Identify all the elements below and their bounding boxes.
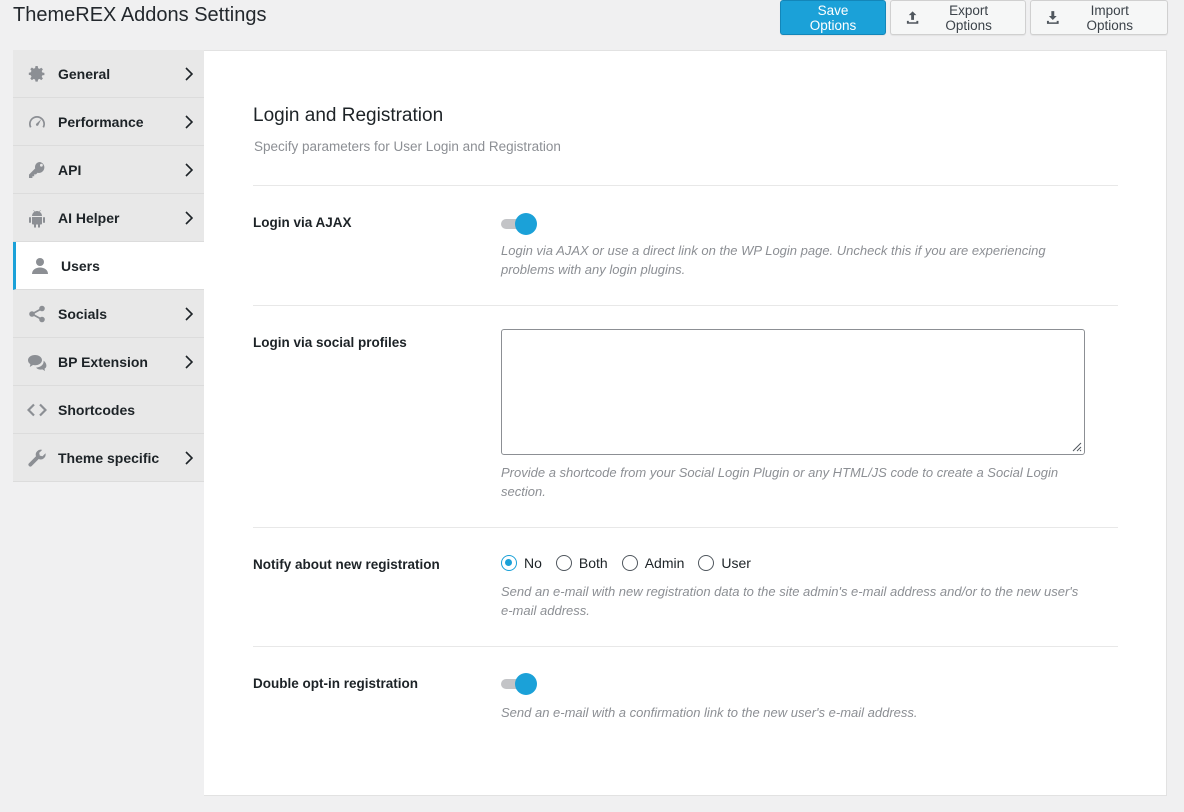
sidebar-item-socials[interactable]: Socials (13, 290, 204, 338)
social-profiles-textarea[interactable] (501, 329, 1085, 455)
resize-grip-icon[interactable] (1070, 440, 1082, 452)
toggle-knob (515, 213, 537, 235)
download-icon (1046, 10, 1059, 24)
import-options-label: Import Options (1086, 2, 1134, 33)
divider (253, 185, 1118, 186)
speedometer-icon (27, 112, 47, 132)
radio-label: Admin (644, 555, 685, 571)
sidebar-item-label: General (58, 65, 111, 82)
notify-help: Send an e-mail with new registration dat… (501, 584, 1079, 618)
settings-panel: Login and Registration Specify parameter… (204, 50, 1167, 796)
notify-option-admin[interactable]: Admin (621, 555, 685, 571)
chevron-right-icon (185, 451, 193, 465)
radio-button[interactable] (621, 555, 638, 571)
notify-label: Notify about new registration (253, 557, 440, 572)
sidebar-item-bp-extension[interactable]: BP Extension (13, 338, 204, 386)
notify-radio-group: No Both Admin User (501, 555, 765, 571)
save-options-button[interactable]: Save Options (780, 0, 886, 35)
page-title: ThemeREX Addons Settings (13, 4, 267, 26)
divider (253, 305, 1118, 306)
settings-sidebar: General Performance API AI Helper Users … (13, 50, 204, 482)
chevron-right-icon (185, 115, 193, 129)
sidebar-item-general[interactable]: General (13, 50, 204, 98)
sidebar-item-label: Users (61, 257, 100, 274)
key-icon (27, 160, 47, 180)
radio-label: Both (578, 555, 608, 571)
sidebar-item-theme-specific[interactable]: Theme specific (13, 434, 204, 482)
sidebar-item-label: Performance (58, 113, 144, 130)
double-optin-label: Double opt-in registration (253, 676, 418, 691)
radio-button[interactable] (555, 555, 572, 571)
export-options-button[interactable]: Export Options (890, 0, 1026, 35)
sidebar-item-users[interactable]: Users (13, 242, 204, 290)
sidebar-item-label: Theme specific (58, 449, 160, 466)
wrench-icon (27, 448, 47, 468)
radio-button[interactable] (698, 555, 715, 571)
double-optin-toggle[interactable] (501, 673, 537, 695)
sidebar-item-performance[interactable]: Performance (13, 98, 204, 146)
sidebar-item-shortcodes[interactable]: Shortcodes (13, 386, 204, 434)
notify-option-both[interactable]: Both (555, 555, 608, 571)
android-icon (27, 208, 47, 228)
social-profiles-help: Provide a shortcode from your Social Log… (501, 465, 1059, 499)
chevron-right-icon (185, 163, 193, 177)
upload-icon (906, 10, 919, 24)
sidebar-item-label: API (58, 161, 82, 178)
section-description: Specify parameters for User Login and Re… (254, 139, 561, 154)
divider (253, 646, 1118, 647)
chevron-right-icon (185, 355, 193, 369)
share-icon (27, 304, 47, 324)
import-options-button[interactable]: Import Options (1030, 0, 1168, 35)
section-title: Login and Registration (253, 105, 444, 126)
radio-label: User (721, 555, 751, 571)
sidebar-item-label: BP Extension (58, 353, 148, 370)
user-icon (30, 256, 50, 276)
chevron-right-icon (185, 307, 193, 321)
divider (253, 527, 1118, 528)
social-profiles-label: Login via social profiles (253, 335, 407, 350)
login-ajax-label: Login via AJAX (253, 215, 352, 230)
toolbar: Save Options Export Options Import Optio… (780, 0, 1168, 35)
sidebar-item-label: Shortcodes (58, 401, 136, 418)
chevron-right-icon (185, 211, 193, 225)
notify-option-no[interactable]: No (501, 555, 542, 571)
login-ajax-toggle[interactable] (501, 213, 537, 235)
sidebar-item-label: AI Helper (58, 209, 120, 226)
notify-option-user[interactable]: User (698, 555, 751, 571)
login-ajax-help: Login via AJAX or use a direct link on t… (501, 243, 1046, 277)
sidebar-item-label: Socials (58, 305, 108, 322)
radio-label: No (524, 555, 542, 571)
gear-icon (27, 64, 47, 84)
code-icon (27, 400, 47, 420)
radio-button[interactable] (501, 555, 517, 571)
sidebar-item-ai-helper[interactable]: AI Helper (13, 194, 204, 242)
chat-icon (27, 352, 47, 372)
export-options-label: Export Options (945, 2, 992, 33)
sidebar-item-api[interactable]: API (13, 146, 204, 194)
toggle-knob (515, 673, 537, 695)
chevron-right-icon (185, 67, 193, 81)
double-optin-help: Send an e-mail with a confirmation link … (501, 705, 918, 720)
